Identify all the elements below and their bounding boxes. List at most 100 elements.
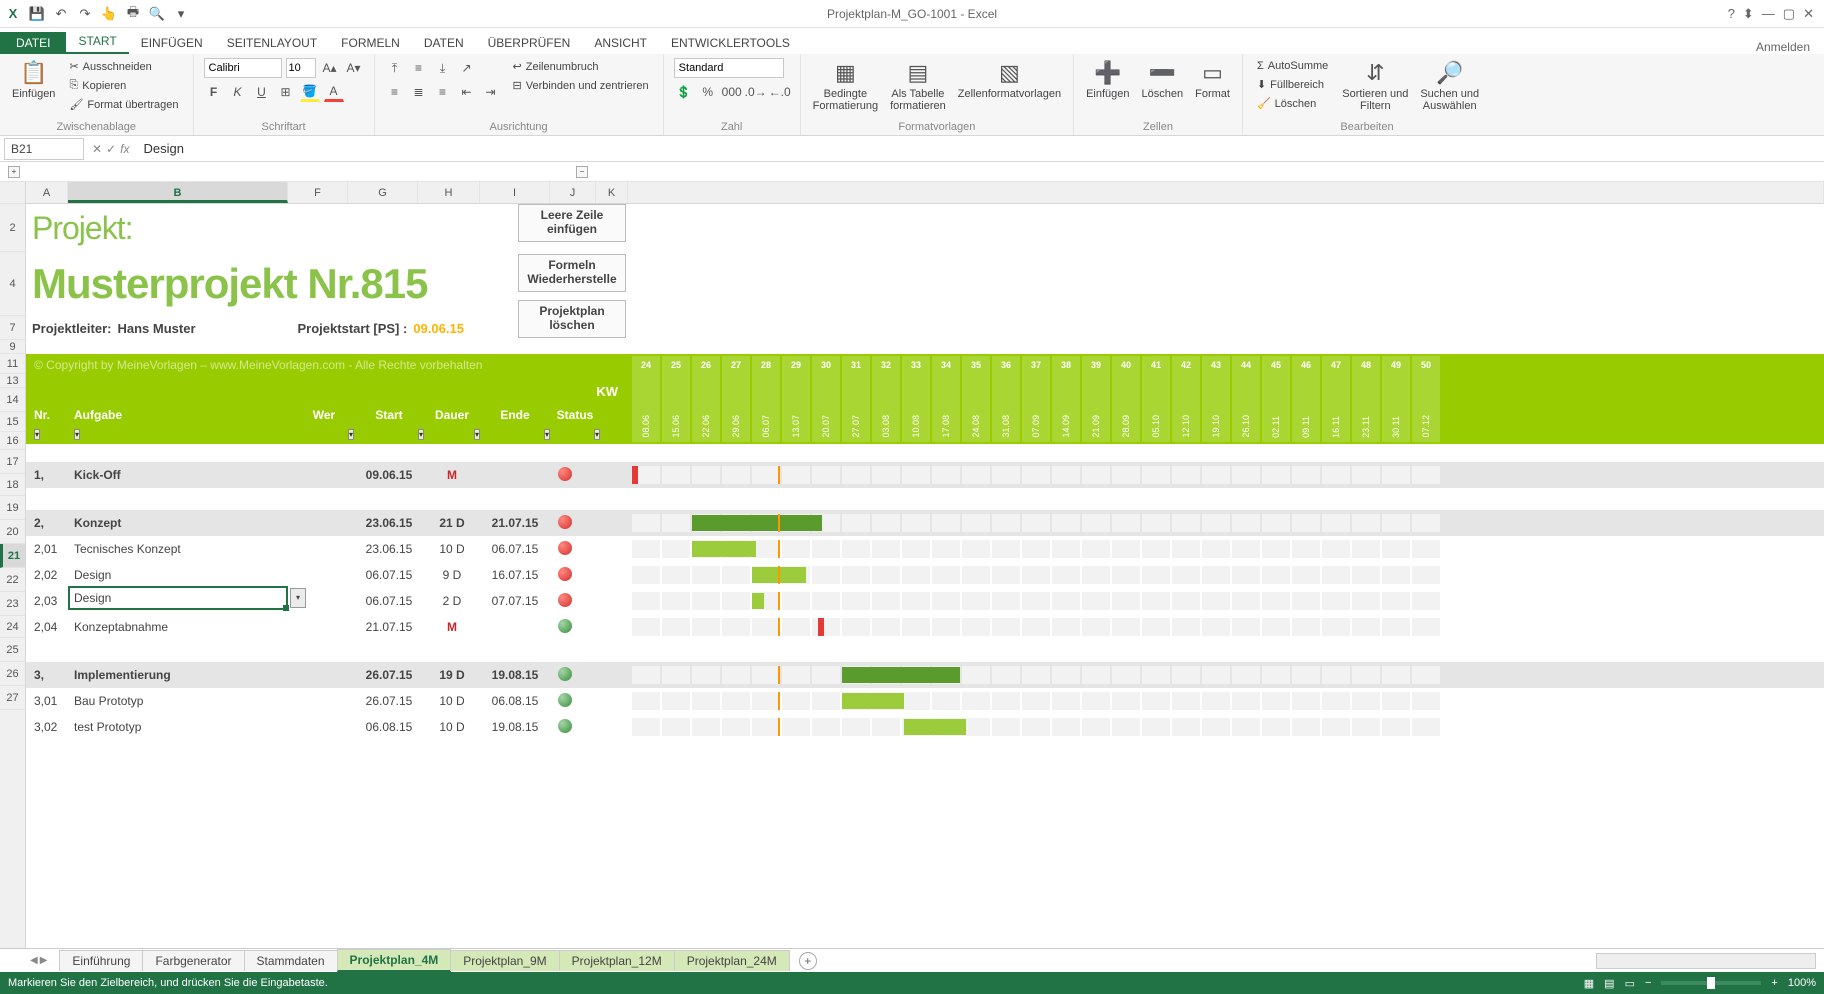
delete-plan-button[interactable]: Projektplan löschen xyxy=(518,300,626,338)
col-header[interactable]: K xyxy=(596,182,628,203)
print-icon[interactable]: 🖶 xyxy=(124,5,142,23)
select-all-button[interactable] xyxy=(0,182,25,204)
row-header[interactable]: 14 xyxy=(0,388,25,412)
sign-in-link[interactable]: Anmelden xyxy=(1756,40,1824,54)
decrease-indent-button[interactable]: ⇤ xyxy=(457,82,477,102)
maximize-icon[interactable]: ▢ xyxy=(1783,6,1795,22)
col-headers-timeline[interactable] xyxy=(628,182,1824,203)
underline-button[interactable]: U xyxy=(252,82,272,102)
accounting-format-button[interactable]: 💲 xyxy=(674,82,694,102)
col-header[interactable]: F xyxy=(288,182,348,203)
row-header[interactable]: 23 xyxy=(0,592,25,616)
view-page-break-icon[interactable]: ▭ xyxy=(1625,977,1635,990)
view-page-layout-icon[interactable]: ▤ xyxy=(1604,977,1614,990)
help-icon[interactable]: ? xyxy=(1728,6,1735,22)
tab-formeln[interactable]: FORMELN xyxy=(329,32,412,54)
italic-button[interactable]: K xyxy=(228,82,248,102)
fill-button[interactable]: ⬇Füllbereich xyxy=(1253,76,1332,93)
zoom-slider[interactable] xyxy=(1661,981,1761,985)
row-header[interactable]: 13 xyxy=(0,374,25,388)
formula-input[interactable]: Design xyxy=(137,141,1824,156)
name-box[interactable]: B21 xyxy=(4,138,84,160)
number-format-select[interactable] xyxy=(674,58,784,78)
insert-empty-row-button[interactable]: Leere Zeile einfügen xyxy=(518,204,626,242)
redo-icon[interactable]: ↷ xyxy=(76,5,94,23)
sort-filter-button[interactable]: ⇵Sortieren und Filtern xyxy=(1340,58,1410,114)
comma-format-button[interactable]: 000 xyxy=(722,82,742,102)
align-bottom-button[interactable]: ⤓ xyxy=(433,58,453,78)
add-sheet-button[interactable]: + xyxy=(799,952,817,970)
orientation-button[interactable]: ↗ xyxy=(457,58,477,78)
align-right-button[interactable]: ≡ xyxy=(433,82,453,102)
zoom-level[interactable]: 100% xyxy=(1788,977,1816,989)
sheet-tab-einfuehrung[interactable]: Einführung xyxy=(59,950,143,971)
row-header[interactable]: 26 xyxy=(0,662,25,686)
restore-formulas-button[interactable]: Formeln Wiederherstelle xyxy=(518,254,626,292)
decrease-decimal-button[interactable]: ←.0 xyxy=(770,82,790,102)
find-select-button[interactable]: 🔎Suchen und Auswählen xyxy=(1418,58,1481,114)
row-header[interactable]: 16 xyxy=(0,432,25,450)
minimize-icon[interactable]: — xyxy=(1762,6,1775,22)
sheet-tab-projektplan-9m[interactable]: Projektplan_9M xyxy=(450,950,559,971)
font-size-input[interactable] xyxy=(286,58,316,78)
row-header[interactable]: 19 xyxy=(0,496,25,520)
undo-icon[interactable]: ↶ xyxy=(52,5,70,23)
filter-aufgabe[interactable]: ▾ xyxy=(74,429,80,440)
col-header-selected[interactable]: B xyxy=(68,182,288,203)
close-icon[interactable]: ✕ xyxy=(1803,6,1814,22)
horizontal-scrollbar[interactable] xyxy=(1596,953,1816,969)
outline-toggle-2[interactable]: − xyxy=(576,166,588,178)
row-header[interactable]: 11 xyxy=(0,354,25,374)
align-top-button[interactable]: ⤒ xyxy=(385,58,405,78)
tab-einfuegen[interactable]: EINFÜGEN xyxy=(129,32,215,54)
view-normal-icon[interactable]: ▦ xyxy=(1584,977,1594,990)
tab-start[interactable]: START xyxy=(66,30,128,54)
cancel-formula-icon[interactable]: ✕ xyxy=(92,142,102,156)
row-header[interactable]: 15 xyxy=(0,412,25,432)
border-button[interactable]: ⊞ xyxy=(276,82,296,102)
format-as-table-button[interactable]: ▤Als Tabelle formatieren xyxy=(888,58,948,114)
sheet-tab-farbgenerator[interactable]: Farbgenerator xyxy=(142,950,244,971)
cut-button[interactable]: ✂Ausschneiden xyxy=(65,58,182,75)
outline-toggle-1[interactable]: + xyxy=(8,166,20,178)
col-header[interactable]: I xyxy=(480,182,550,203)
col-header[interactable]: J xyxy=(550,182,596,203)
sheet-tab-projektplan-12m[interactable]: Projektplan_12M xyxy=(559,950,675,971)
zoom-out-button[interactable]: − xyxy=(1645,977,1651,989)
col-header[interactable]: A xyxy=(26,182,68,203)
active-cell[interactable]: Design xyxy=(68,586,288,610)
sheet-nav-prev[interactable]: ◀ xyxy=(30,955,38,966)
filter-nr[interactable]: ▾ xyxy=(34,429,40,440)
row-header[interactable]: 25 xyxy=(0,638,25,662)
decrease-font-button[interactable]: A▾ xyxy=(344,58,364,78)
row-header[interactable]: 9 xyxy=(0,340,25,354)
row-header[interactable]: 24 xyxy=(0,616,25,638)
autosum-button[interactable]: ΣAutoSumme xyxy=(1253,58,1332,74)
increase-indent-button[interactable]: ⇥ xyxy=(481,82,501,102)
font-name-input[interactable] xyxy=(204,58,282,78)
find-icon[interactable]: 🔍 xyxy=(148,5,166,23)
align-left-button[interactable]: ≡ xyxy=(385,82,405,102)
copy-button[interactable]: ⎘Kopieren xyxy=(65,77,182,94)
sheet-tab-projektplan-4m[interactable]: Projektplan_4M xyxy=(337,949,452,972)
row-header[interactable]: 17 xyxy=(0,450,25,474)
tab-datei[interactable]: DATEI xyxy=(0,32,66,54)
insert-cells-button[interactable]: ➕Einfügen xyxy=(1084,58,1131,102)
bold-button[interactable]: F xyxy=(204,82,224,102)
tab-ueberpruefen[interactable]: ÜBERPRÜFEN xyxy=(476,32,583,54)
row-header[interactable]: 20 xyxy=(0,520,25,544)
clear-button[interactable]: 🧹Löschen xyxy=(1253,95,1332,112)
tab-daten[interactable]: DATEN xyxy=(412,32,476,54)
sheet-tab-stammdaten[interactable]: Stammdaten xyxy=(244,950,338,971)
paste-button[interactable]: 📋 Einfügen xyxy=(10,58,57,102)
conditional-format-button[interactable]: ▦Bedingte Formatierung xyxy=(811,58,880,114)
row-header[interactable]: 27 xyxy=(0,686,25,710)
align-center-button[interactable]: ≣ xyxy=(409,82,429,102)
cell-styles-button[interactable]: ▧Zellenformatvorlagen xyxy=(956,58,1063,102)
increase-font-button[interactable]: A▴ xyxy=(320,58,340,78)
ribbon-options-icon[interactable]: ⬍ xyxy=(1743,6,1754,22)
format-painter-button[interactable]: 🖌Format übertragen xyxy=(65,96,182,113)
sheet-tab-projektplan-24m[interactable]: Projektplan_24M xyxy=(674,950,790,971)
row-header[interactable]: 7 xyxy=(0,316,25,340)
merge-center-button[interactable]: ⊟Verbinden und zentrieren xyxy=(509,77,653,94)
